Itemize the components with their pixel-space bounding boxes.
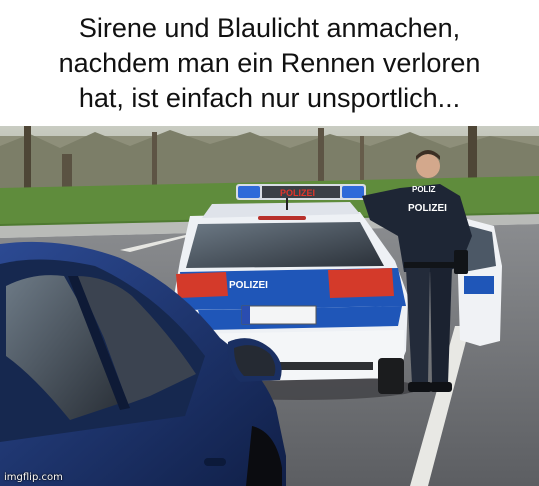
caption-line-1: Sirene und Blaulicht anmachen, bbox=[78, 12, 461, 43]
caption-line-3: hat, ist einfach nur unsportlich... bbox=[78, 82, 461, 113]
car-door-text: POLIZEI bbox=[229, 280, 268, 291]
imgflip-watermark: imgflip.com bbox=[4, 472, 63, 483]
meme-caption: Sirene und Blaulicht anmachen, nachdem m… bbox=[0, 0, 539, 126]
officer-back-text: POLIZEI bbox=[408, 203, 447, 214]
officer-shoulder-text: POLIZ bbox=[412, 185, 436, 194]
meme-photo: POLIZEI POLIZEI POLIZ POLIZEI imgflip.co… bbox=[0, 126, 539, 486]
lightbar-text: POLIZEI bbox=[280, 188, 315, 198]
caption-line-2: nachdem man ein Rennen verloren bbox=[58, 47, 481, 78]
